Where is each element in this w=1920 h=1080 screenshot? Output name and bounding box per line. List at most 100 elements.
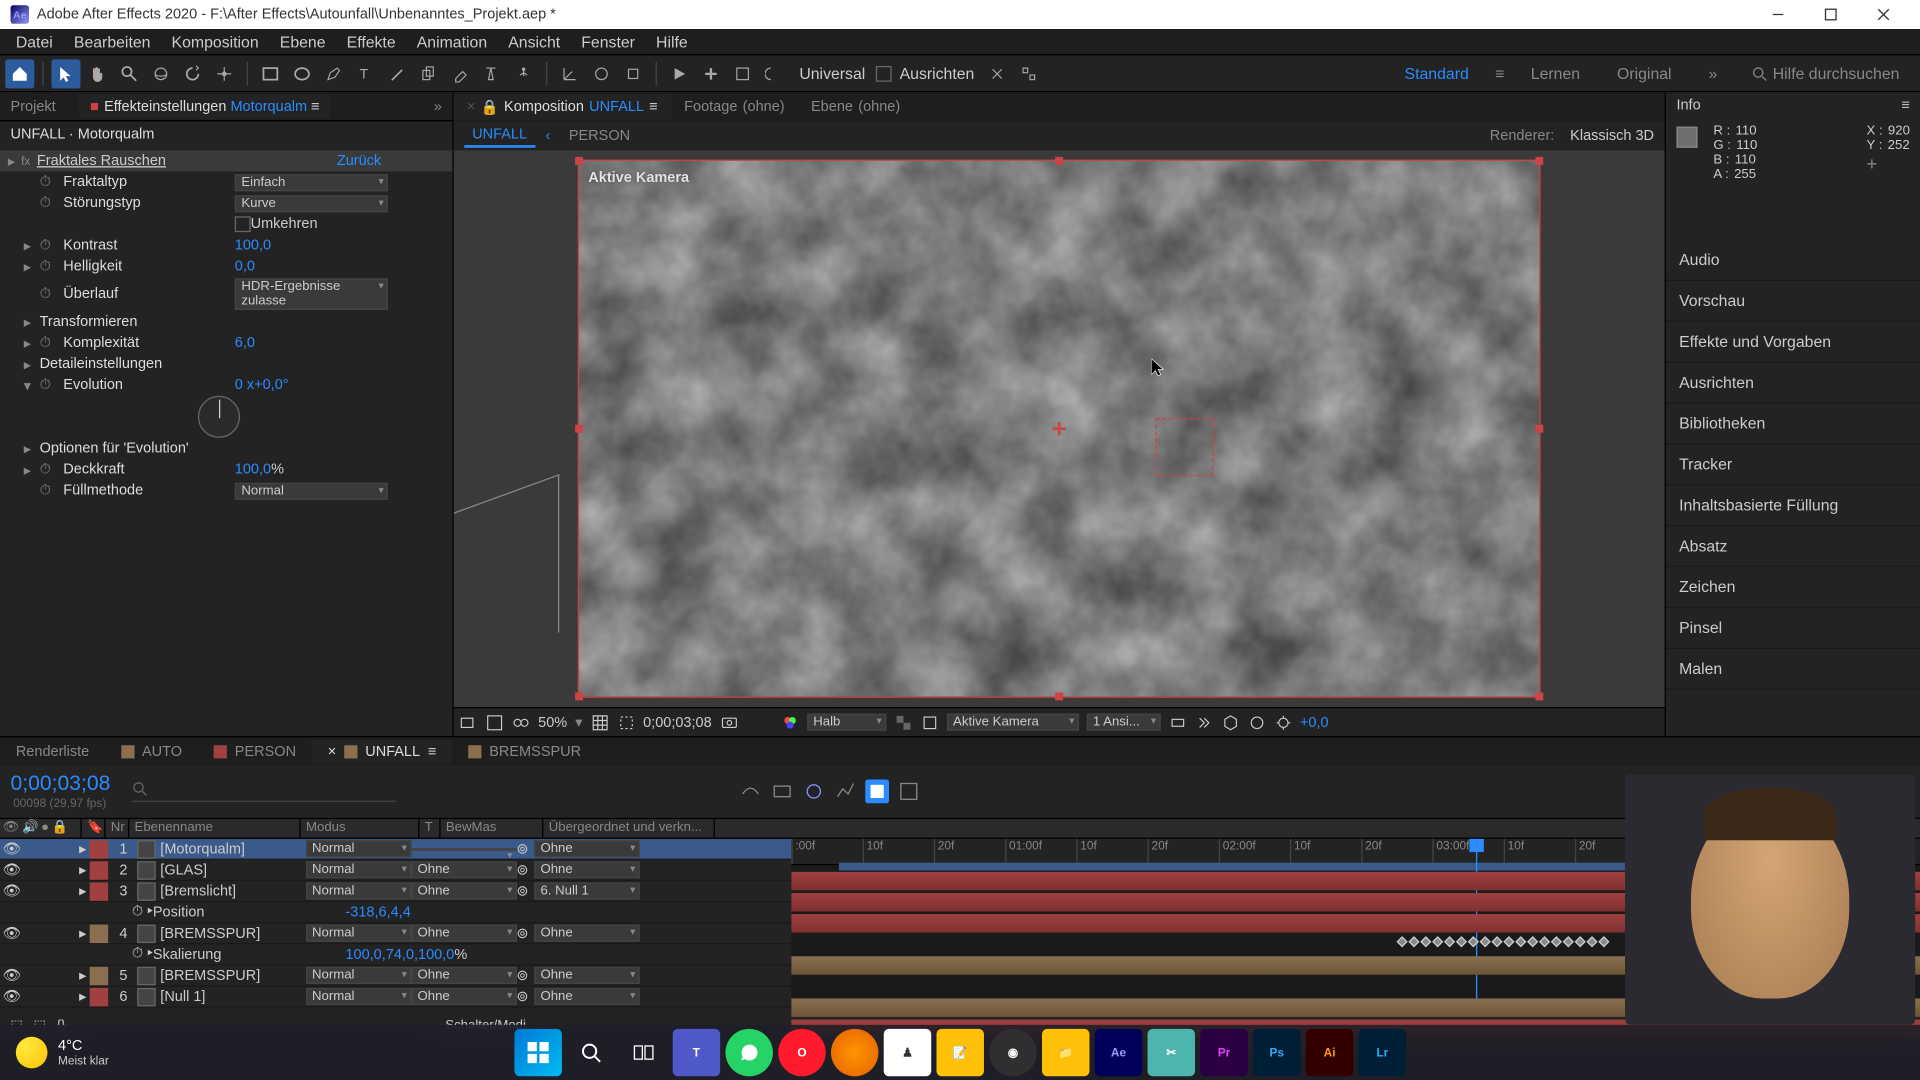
minimize-button[interactable]: [1752, 0, 1805, 29]
task-app2[interactable]: 📝: [936, 1029, 983, 1076]
ellipse-tool[interactable]: [288, 59, 317, 88]
effect-prop-5[interactable]: ⏱ÜberlaufHDR-Ergebnisse zulasse: [0, 277, 452, 311]
home-tool[interactable]: [5, 59, 34, 88]
exposure-icon[interactable]: [1274, 713, 1292, 731]
effect-prop-11[interactable]: ▸⏱Deckkraft100,0%: [0, 459, 452, 480]
col-parent[interactable]: Übergeordnet und verkn...: [543, 819, 714, 837]
panel-overflow[interactable]: »: [423, 98, 452, 114]
effect-prop-4[interactable]: ▸⏱Helligkeit0,0: [0, 256, 452, 277]
maximize-button[interactable]: [1804, 0, 1857, 29]
magnify-icon[interactable]: [459, 713, 477, 731]
task-photoshop[interactable]: Ps: [1253, 1029, 1300, 1076]
col-mode[interactable]: Modus: [301, 819, 420, 837]
task-teams[interactable]: T: [673, 1029, 720, 1076]
fast-preview-icon[interactable]: [1194, 713, 1212, 731]
clone-tool[interactable]: [414, 59, 443, 88]
task-search[interactable]: [567, 1029, 614, 1076]
menu-ebene[interactable]: Ebene: [269, 30, 336, 54]
tl-tab-renderliste[interactable]: Renderliste: [0, 739, 105, 763]
zoom-value[interactable]: 50%: [538, 714, 567, 730]
camera-dropdown[interactable]: Aktive Kamera: [946, 714, 1078, 731]
task-opera[interactable]: O: [778, 1029, 825, 1076]
effect-prop-12[interactable]: ⏱FüllmethodeNormal: [0, 480, 452, 501]
composition-canvas[interactable]: [578, 160, 1541, 698]
play-preview-tool[interactable]: [665, 59, 694, 88]
tl-tab-person[interactable]: PERSON: [198, 739, 312, 763]
workspace-standard[interactable]: Standard: [1394, 59, 1479, 88]
timecode-display[interactable]: 0;00;03;08: [643, 714, 712, 730]
effect-title-row[interactable]: ▸ fx Fraktales Rauschen Zurück: [0, 150, 452, 171]
col-name[interactable]: Ebenenname: [129, 819, 300, 837]
task-explorer[interactable]: 📁: [1042, 1029, 1089, 1076]
ausrichten-checkbox[interactable]: [876, 65, 892, 81]
3d-icon[interactable]: [1221, 713, 1239, 731]
zoom-tool[interactable]: [115, 59, 144, 88]
tl-tab-auto[interactable]: AUTO: [105, 739, 198, 763]
tl-tab-bremsspur[interactable]: BREMSSPUR: [452, 739, 597, 763]
panel-zeichen[interactable]: Zeichen: [1666, 567, 1920, 608]
view-axis-tool[interactable]: [619, 59, 648, 88]
task-premiere[interactable]: Pr: [1200, 1029, 1247, 1076]
effect-prop-10[interactable]: ▸Optionen für 'Evolution': [0, 438, 452, 459]
breadcrumb-0[interactable]: UNFALL: [464, 124, 535, 148]
res-icon[interactable]: [512, 713, 530, 731]
evolution-dial[interactable]: [198, 396, 240, 438]
col-trk[interactable]: T: [419, 819, 440, 837]
col-bewmas[interactable]: BewMas: [441, 819, 544, 837]
tab-composition[interactable]: ×🔒 Komposition UNFALL ≡: [454, 94, 671, 119]
layer-row-5[interactable]: 👁▸5[BREMSSPUR]NormalOhne⊚Ohne: [0, 966, 791, 987]
effect-prop-7[interactable]: ▸⏱Komplexität6,0: [0, 332, 452, 353]
breadcrumb-1[interactable]: PERSON: [561, 125, 638, 146]
tab-effekteinstellungen[interactable]: ■Effekteinstellungen Motorqualm ≡: [79, 94, 330, 118]
effect-prop-1[interactable]: ⏱StörungstypKurve: [0, 193, 452, 214]
menu-bearbeiten[interactable]: Bearbeiten: [63, 30, 161, 54]
type-tool[interactable]: T: [351, 59, 380, 88]
grid-icon[interactable]: [590, 713, 608, 731]
layer-row-6[interactable]: 👁▸6[Null 1]NormalOhne⊚Ohne: [0, 987, 791, 1008]
task-whatsapp[interactable]: [725, 1029, 772, 1076]
layer-row-2[interactable]: 👁▸2[GLAS]NormalOhne⊚Ohne: [0, 860, 791, 881]
task-app3[interactable]: ✂: [1148, 1029, 1195, 1076]
panel-ausrichten[interactable]: Ausrichten: [1666, 363, 1920, 404]
task-aftereffects[interactable]: Ae: [1095, 1029, 1142, 1076]
effect-prop-9[interactable]: ▾⏱Evolution0 x+0,0°: [0, 375, 452, 396]
hand-tool[interactable]: [83, 59, 112, 88]
shy-icon[interactable]: [738, 780, 762, 804]
task-illustrator[interactable]: Ai: [1306, 1029, 1353, 1076]
menu-animation[interactable]: Animation: [406, 30, 498, 54]
current-timecode[interactable]: 0;00;03;08: [11, 773, 111, 797]
roto-tool[interactable]: [477, 59, 506, 88]
exposure-value[interactable]: +0,0: [1300, 714, 1329, 730]
start-button[interactable]: [514, 1029, 561, 1076]
close-button[interactable]: [1857, 0, 1910, 29]
cycle-tool[interactable]: [760, 59, 789, 88]
workspace-original[interactable]: Original: [1606, 59, 1682, 88]
anchor-tool[interactable]: [210, 59, 239, 88]
panel-effekte-und-vorgaben[interactable]: Effekte und Vorgaben: [1666, 322, 1920, 363]
anchor-point[interactable]: [1053, 422, 1066, 435]
renderer-value[interactable]: Klassisch 3D: [1570, 128, 1654, 144]
effect-prop-3[interactable]: ▸⏱Kontrast100,0: [0, 235, 452, 256]
orbit-tool[interactable]: [146, 59, 175, 88]
effect-name[interactable]: Fraktales Rauschen: [32, 153, 172, 169]
frame-blend-icon[interactable]: [770, 780, 794, 804]
task-app1[interactable]: ♟: [884, 1029, 931, 1076]
brush-tool[interactable]: [383, 59, 412, 88]
pixel-aspect-icon[interactable]: [1168, 713, 1186, 731]
mask-icon[interactable]: [617, 713, 635, 731]
motion-blur-icon[interactable]: [801, 780, 825, 804]
effect-prop-2[interactable]: Umkehren: [0, 214, 452, 235]
task-view[interactable]: [620, 1029, 667, 1076]
puppet-tool[interactable]: [509, 59, 538, 88]
snap-tool[interactable]: [982, 59, 1011, 88]
box-tool[interactable]: [728, 59, 757, 88]
effect-prop-0[interactable]: ⏱FraktaltypEinfach: [0, 171, 452, 192]
eraser-tool[interactable]: [446, 59, 475, 88]
panel-bibliotheken[interactable]: Bibliotheken: [1666, 404, 1920, 445]
task-lightroom[interactable]: Lr: [1359, 1029, 1406, 1076]
channel-icon[interactable]: [485, 713, 503, 731]
transparency-icon[interactable]: [894, 713, 912, 731]
layer-prop-position[interactable]: ⏱ ▸ Position-318,6,4,4: [0, 902, 791, 923]
col-nr[interactable]: Nr: [106, 819, 130, 837]
layer-row-1[interactable]: 👁▸1[Motorqualm]Normal⊚Ohne: [0, 839, 791, 860]
